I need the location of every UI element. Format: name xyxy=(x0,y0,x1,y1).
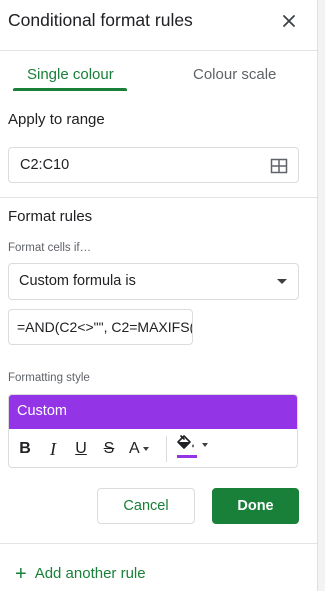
apply-to-range-heading: Apply to range xyxy=(8,111,105,128)
panel-title: Conditional format rules xyxy=(8,10,193,30)
text-color-button[interactable]: A xyxy=(129,437,159,461)
tab-colour-scale[interactable]: Colour scale xyxy=(193,66,276,83)
conditional-format-panel: Conditional format rules Single colour C… xyxy=(0,0,317,591)
chevron-down-icon xyxy=(277,279,287,284)
italic-button[interactable]: I xyxy=(45,437,61,461)
fill-color-button[interactable] xyxy=(175,434,211,462)
tab-single-colour[interactable]: Single colour xyxy=(27,66,114,83)
condition-value: Custom formula is xyxy=(19,273,136,289)
add-rule-label: Add another rule xyxy=(34,565,146,582)
add-another-rule-button[interactable]: + Add another rule xyxy=(15,563,146,586)
fill-color-swatch xyxy=(177,455,197,458)
custom-formula-input[interactable]: =AND(C2<>"", C2=MAXIFS( xyxy=(8,309,193,345)
scrollbar[interactable] xyxy=(317,0,325,591)
section-divider xyxy=(0,197,317,198)
condition-select[interactable]: Custom formula is xyxy=(8,263,299,300)
range-input[interactable]: C2:C10 xyxy=(8,147,299,183)
text-color-icon: A xyxy=(129,440,140,457)
formula-value: =AND(C2<>"", C2=MAXIFS( xyxy=(17,319,193,335)
paint-bucket-icon xyxy=(177,435,194,449)
active-tab-indicator xyxy=(13,88,127,91)
close-icon[interactable] xyxy=(279,11,299,31)
done-button[interactable]: Done xyxy=(212,488,299,524)
footer-divider xyxy=(0,543,317,544)
plus-icon: + xyxy=(15,563,27,585)
chevron-down-icon xyxy=(202,443,208,447)
strikethrough-button[interactable]: S xyxy=(101,437,117,461)
bold-button[interactable]: B xyxy=(17,437,33,461)
format-cells-if-label: Format cells if… xyxy=(8,242,92,254)
formatting-toolbar: B I U S A xyxy=(9,429,297,467)
formatting-style-box: Custom B I U S A xyxy=(8,394,298,468)
format-rules-heading: Format rules xyxy=(8,208,93,225)
underline-button[interactable]: U xyxy=(73,437,89,461)
range-value: C2:C10 xyxy=(20,157,70,173)
header-divider xyxy=(0,50,317,51)
cancel-button[interactable]: Cancel xyxy=(97,488,195,524)
chevron-down-icon xyxy=(142,446,149,451)
select-range-grid-icon[interactable] xyxy=(270,157,288,175)
toolbar-divider xyxy=(166,436,167,462)
formatting-style-label: Formatting style xyxy=(8,372,90,384)
style-preset-dropdown[interactable]: Custom xyxy=(9,395,297,429)
